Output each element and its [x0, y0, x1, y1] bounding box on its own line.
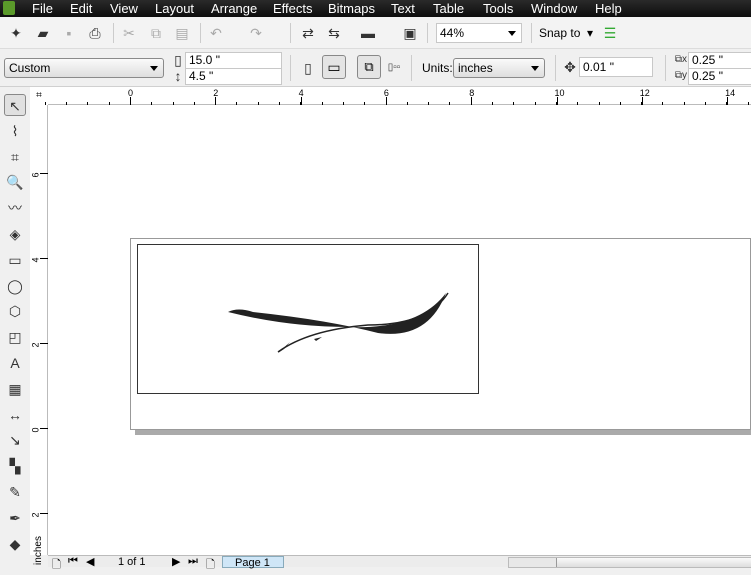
blend-tool-icon[interactable]: ▚ [4, 455, 26, 477]
connector-tool-icon[interactable]: ↘ [4, 429, 26, 451]
menu-bitmaps[interactable]: Bitmaps [328, 1, 375, 16]
menu-layout[interactable]: Layout [155, 1, 194, 16]
fill-tool-icon[interactable]: ◆ [4, 533, 26, 555]
menu-bar: File Edit View Layout Arrange Effects Bitmaps T… [0, 0, 751, 17]
property-bar: Custom ▯ ↕ 15.0 " 4.5 " ▯ ▭ ⧉ ▯▫▫ Units:… [0, 49, 751, 87]
welcome-screen-icon[interactable]: ▣ [402, 25, 418, 41]
redo-icon[interactable]: ↷ [248, 25, 264, 41]
toolbox: ↖ ⌇ ⌗ 🔍 〰 ◈ ▭ ◯ ⬡ ◰ A ▦ ↔ ↘ ▚ ✎ ✒ ◆ [0, 87, 30, 567]
shape-tool-icon[interactable]: ⌇ [4, 120, 26, 142]
zoom-level-combo[interactable]: 44% [436, 23, 522, 43]
menu-file[interactable]: File [32, 1, 53, 16]
smart-fill-tool-icon[interactable]: ◈ [4, 223, 26, 245]
menu-table[interactable]: Table [433, 1, 464, 16]
ruler-tick [40, 173, 48, 174]
ruler-tick-label: 2 [30, 512, 41, 518]
export-icon[interactable]: ⇆ [326, 25, 342, 41]
menu-effects[interactable]: Effects [273, 1, 313, 16]
duplicate-y-icon: ⧉y [674, 70, 688, 81]
add-page-before-button[interactable]: 🗋 [52, 556, 61, 575]
page-height-input[interactable]: 4.5 " [185, 68, 282, 85]
calligraphic-curve-artwork[interactable] [48, 105, 751, 555]
paste-icon[interactable]: ▤ [174, 25, 190, 41]
all-pages-button[interactable]: ⧉ [357, 55, 381, 79]
standard-toolbar: ✦ ▰ ▪ ⎙ ✂ ⧉ ▤ ↶ ↷ ⇄ ⇆ ▬ ▣ 44% Snap to ▾ ☰ [0, 17, 751, 49]
app-icon [3, 1, 15, 15]
menu-view[interactable]: View [110, 1, 138, 16]
ruler-tick-label: 4 [30, 257, 41, 263]
ellipse-tool-icon[interactable]: ◯ [4, 275, 26, 297]
paper-size-select[interactable]: Custom [4, 58, 164, 78]
polygon-tool-icon[interactable]: ⬡ [4, 300, 26, 322]
vertical-ruler[interactable]: 6 4 2 0 2 inches [30, 105, 48, 565]
nudge-distance-input[interactable]: 0.01 " [579, 57, 653, 77]
nudge-icon: ✥ [564, 59, 576, 75]
page-count: 1 of 1 [118, 556, 146, 568]
last-page-button[interactable]: ⏭ [188, 555, 198, 568]
crop-tool-icon[interactable]: ⌗ [4, 146, 26, 168]
horizontal-ruler[interactable]: 0 2 4 6 8 10 12 14 [44, 87, 751, 105]
ruler-tick [40, 428, 48, 429]
ruler-tick [40, 258, 48, 259]
table-tool-icon[interactable]: ▦ [4, 378, 26, 400]
ruler-tick [40, 343, 48, 344]
cut-icon[interactable]: ✂ [121, 25, 137, 41]
page-width-input[interactable]: 15.0 " [185, 52, 282, 69]
menu-tools[interactable]: Tools [483, 1, 513, 16]
horizontal-scrollbar[interactable] [508, 557, 751, 568]
page-tab[interactable]: Page 1 [222, 556, 284, 569]
duplicate-x-icon: ⧉x [674, 54, 688, 65]
portrait-button[interactable]: ▯ [300, 60, 316, 76]
page-height-icon: ↕ [174, 68, 182, 84]
dimension-tool-icon[interactable]: ↔ [4, 404, 26, 426]
snap-options-icon[interactable]: ☰ [602, 25, 618, 41]
prev-page-button[interactable]: ◀ [86, 555, 94, 568]
menu-help[interactable]: Help [595, 1, 622, 16]
print-icon[interactable]: ⎙ [87, 25, 103, 41]
menu-arrange[interactable]: Arrange [211, 1, 257, 16]
open-icon[interactable]: ▰ [35, 25, 51, 41]
menu-edit[interactable]: Edit [70, 1, 92, 16]
scrollbar-thumb[interactable] [556, 558, 751, 567]
rectangle-tool-icon[interactable]: ▭ [4, 249, 26, 271]
menu-text[interactable]: Text [391, 1, 415, 16]
undo-icon[interactable]: ↶ [208, 25, 224, 41]
new-icon[interactable]: ✦ [8, 25, 24, 41]
ruler-unit-label: inches [32, 536, 44, 565]
first-page-button[interactable]: ⏮ [68, 555, 78, 568]
ruler-tick-label: 6 [30, 172, 41, 178]
eyedropper-tool-icon[interactable]: ✎ [4, 481, 26, 503]
next-page-button[interactable]: ▶ [172, 555, 180, 568]
snap-to-button[interactable]: Snap to ▾ [539, 26, 593, 40]
units-select[interactable]: inches [453, 58, 545, 78]
save-icon[interactable]: ▪ [61, 25, 77, 41]
landscape-button[interactable]: ▭ [322, 55, 346, 79]
import-icon[interactable]: ⇄ [300, 25, 316, 41]
duplicate-y-input[interactable]: 0.25 " [688, 68, 751, 85]
menu-window[interactable]: Window [531, 1, 577, 16]
outline-tool-icon[interactable]: ✒ [4, 507, 26, 529]
ruler-tick [40, 513, 48, 514]
basic-shapes-tool-icon[interactable]: ◰ [4, 326, 26, 348]
zoom-tool-icon[interactable]: 🔍 [4, 171, 26, 193]
copy-icon[interactable]: ⧉ [148, 25, 164, 41]
document-navigator: 🗋 ⏮ ◀ 1 of 1 ▶ ⏭ 🗋 Page 1 [48, 555, 751, 571]
application-launcher-icon[interactable]: ▬ [360, 25, 376, 41]
units-label: Units: [422, 61, 453, 75]
ruler-tick-label: 2 [30, 342, 41, 348]
freehand-tool-icon[interactable]: 〰 [4, 197, 26, 219]
page-width-icon: ▯ [174, 52, 182, 68]
current-page-button[interactable]: ▯▫▫ [386, 60, 402, 76]
text-tool-icon[interactable]: A [4, 352, 26, 374]
duplicate-x-input[interactable]: 0.25 " [688, 52, 751, 69]
add-page-after-button[interactable]: 🗋 [206, 556, 215, 575]
ruler-tick-label: 0 [30, 427, 41, 433]
pick-tool-icon[interactable]: ↖ [4, 94, 26, 116]
drawing-canvas[interactable] [48, 105, 751, 555]
